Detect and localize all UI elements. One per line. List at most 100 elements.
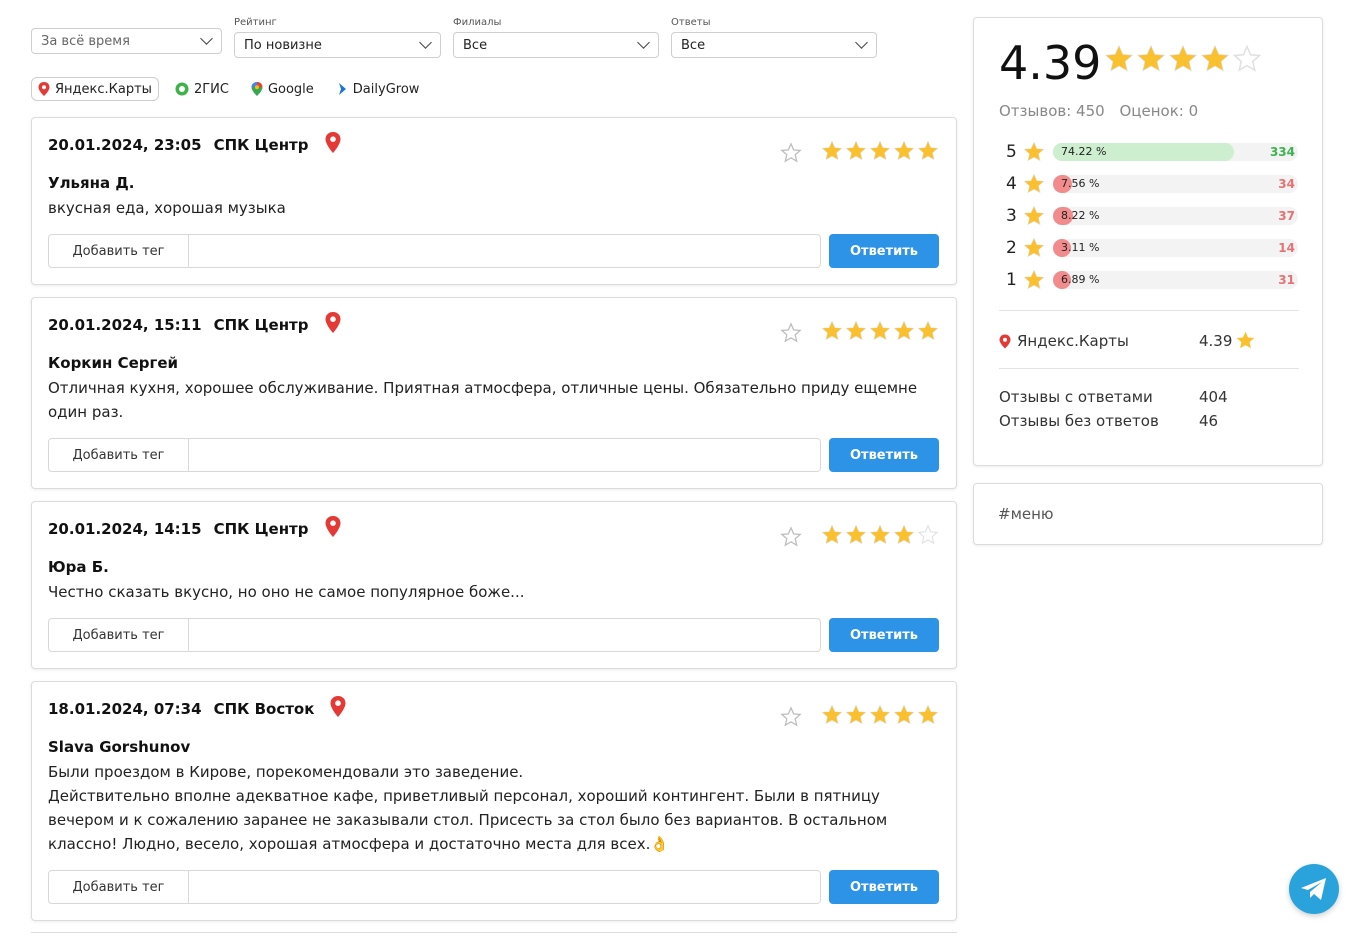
- distribution-row: 2 3.11 % 14: [1006, 236, 1306, 260]
- star-icon: [1232, 44, 1262, 72]
- review-header: 20.01.2024, 14:15 СПК Центр: [48, 515, 341, 538]
- favorite-star-icon[interactable]: [780, 706, 802, 728]
- reply-button[interactable]: Ответить: [829, 438, 939, 472]
- answers-select[interactable]: Все: [671, 32, 877, 58]
- review-date: 20.01.2024, 15:11: [48, 316, 202, 334]
- review-card: 18.01.2024, 07:34 СПК Восток Slava Gorsh…: [31, 681, 957, 921]
- tag-chip[interactable]: #меню: [998, 505, 1054, 523]
- distribution-percent: 7.56 %: [1061, 177, 1100, 190]
- chevron-down-icon: [855, 36, 868, 49]
- add-tag-button[interactable]: Добавить тег: [49, 619, 189, 651]
- dailygrow-icon: [338, 83, 346, 95]
- distribution-stars: 1: [1006, 270, 1017, 290]
- star-icon: [869, 320, 891, 341]
- favorite-star-icon[interactable]: [780, 142, 802, 164]
- review-header: 18.01.2024, 07:34 СПК Восток: [48, 695, 346, 718]
- distribution-stars: 4: [1006, 174, 1017, 194]
- review-text: Были проездом в Кирове, порекомендовали …: [48, 760, 943, 856]
- review-author: Slava Gorshunov: [48, 738, 191, 756]
- review-text: вкусная еда, хорошая музыка: [48, 199, 286, 217]
- divider: [999, 310, 1299, 311]
- yandex-pin-icon: [999, 334, 1011, 348]
- rating-filter: Рейтинг По новизне: [234, 16, 441, 58]
- add-tag-button[interactable]: Добавить тег: [49, 871, 189, 903]
- telegram-icon: [1301, 878, 1326, 900]
- distribution-stars: 5: [1006, 142, 1017, 162]
- map-pin-icon: [325, 311, 340, 333]
- stat-label: Отзывы с ответами: [999, 388, 1153, 406]
- branches-select-value: Все: [463, 37, 488, 53]
- branches-select[interactable]: Все: [453, 32, 659, 58]
- star-icon: [821, 320, 843, 341]
- answers-filter-label: Ответы: [671, 17, 711, 28]
- review-branch: СПК Восток: [213, 700, 315, 718]
- source-tab-google[interactable]: Google: [245, 77, 320, 101]
- source-tab-label: DailyGrow: [352, 81, 420, 97]
- yandex-pin-icon: [38, 82, 50, 96]
- review-card: 20.01.2024, 15:11 СПК Центр Коркин Серге…: [31, 297, 957, 489]
- star-icon: [1023, 269, 1045, 290]
- distribution-percent: 6.89 %: [1061, 273, 1100, 286]
- star-icon: [869, 140, 891, 161]
- favorite-star-icon[interactable]: [780, 526, 802, 548]
- star-icon: [893, 320, 915, 341]
- add-tag-button[interactable]: Добавить тег: [49, 235, 189, 267]
- reply-button[interactable]: Ответить: [829, 234, 939, 268]
- star-icon: [845, 140, 867, 161]
- divider: [999, 368, 1299, 369]
- review-text: Честно сказать вкусно, но оно не самое п…: [48, 583, 525, 601]
- star-icon: [1236, 331, 1255, 349]
- overall-rating-stars: [1104, 44, 1264, 74]
- review-text-line: Действительно вполне адекватное кафе, пр…: [48, 784, 943, 856]
- distribution-count: 34: [1278, 177, 1295, 191]
- review-text: Отличная кухня, хорошее обслуживание. Пр…: [48, 379, 918, 421]
- stat-label: Отзывы без ответов: [999, 412, 1159, 430]
- source-tab-label: Яндекс.Карты: [55, 81, 152, 97]
- source-tab-yandex[interactable]: Яндекс.Карты: [31, 77, 159, 101]
- distribution-percent: 3.11 %: [1061, 241, 1100, 254]
- favorite-star-icon[interactable]: [780, 322, 802, 344]
- period-filter: За всё время: [31, 16, 222, 54]
- rating-filter-label: Рейтинг: [234, 17, 277, 28]
- review-branch: СПК Центр: [213, 316, 309, 334]
- distribution-bar: 6.89 % 31: [1053, 271, 1298, 289]
- review-text-body: Действительно вполне адекватное кафе, пр…: [48, 787, 888, 853]
- source-tab-dailygrow[interactable]: DailyGrow: [330, 77, 426, 101]
- source-tab-2gis[interactable]: 2ГИС: [169, 77, 235, 101]
- review-author: Юра Б.: [48, 558, 109, 576]
- add-tag-button[interactable]: Добавить тег: [49, 439, 189, 471]
- reply-button[interactable]: Ответить: [829, 870, 939, 904]
- rating-stars: [821, 704, 941, 726]
- distribution-count: 334: [1269, 145, 1295, 159]
- review-card: 20.01.2024, 14:15 СПК Центр Юра Б. Честн…: [31, 501, 957, 669]
- chevron-down-icon: [200, 32, 213, 45]
- star-icon: [821, 704, 843, 725]
- distribution-stars: 2: [1006, 238, 1017, 258]
- star-icon: [1023, 237, 1045, 258]
- tag-cloud-panel: #меню: [973, 483, 1323, 545]
- tag-row[interactable]: Добавить тег: [48, 438, 821, 472]
- star-icon: [845, 524, 867, 545]
- star-icon: [893, 704, 915, 725]
- star-icon: [917, 140, 939, 161]
- chevron-down-icon: [419, 36, 432, 49]
- telegram-button[interactable]: [1289, 864, 1339, 914]
- marks-count: Оценок: 0: [1119, 102, 1199, 120]
- with-answers-stat: Отзывы с ответами 404: [999, 388, 1299, 406]
- source-tab-label: 2ГИС: [193, 81, 229, 97]
- star-icon: [893, 140, 915, 161]
- distribution-row: 5 74.22 % 334: [1006, 140, 1306, 164]
- tag-row[interactable]: Добавить тег: [48, 870, 821, 904]
- tag-row[interactable]: Добавить тег: [48, 618, 821, 652]
- distribution-bar: 3.11 % 14: [1053, 239, 1298, 257]
- reply-button[interactable]: Ответить: [829, 618, 939, 652]
- star-icon: [1023, 173, 1045, 194]
- rating-select[interactable]: По новизне: [234, 32, 441, 58]
- distribution-bar: 74.22 % 334: [1053, 143, 1298, 161]
- without-answers-stat: Отзывы без ответов 46: [999, 412, 1299, 430]
- period-select[interactable]: За всё время: [31, 28, 222, 54]
- star-icon: [821, 524, 843, 545]
- tag-row[interactable]: Добавить тег: [48, 234, 821, 268]
- answers-select-value: Все: [681, 37, 706, 53]
- distribution-row: 1 6.89 % 31: [1006, 268, 1306, 292]
